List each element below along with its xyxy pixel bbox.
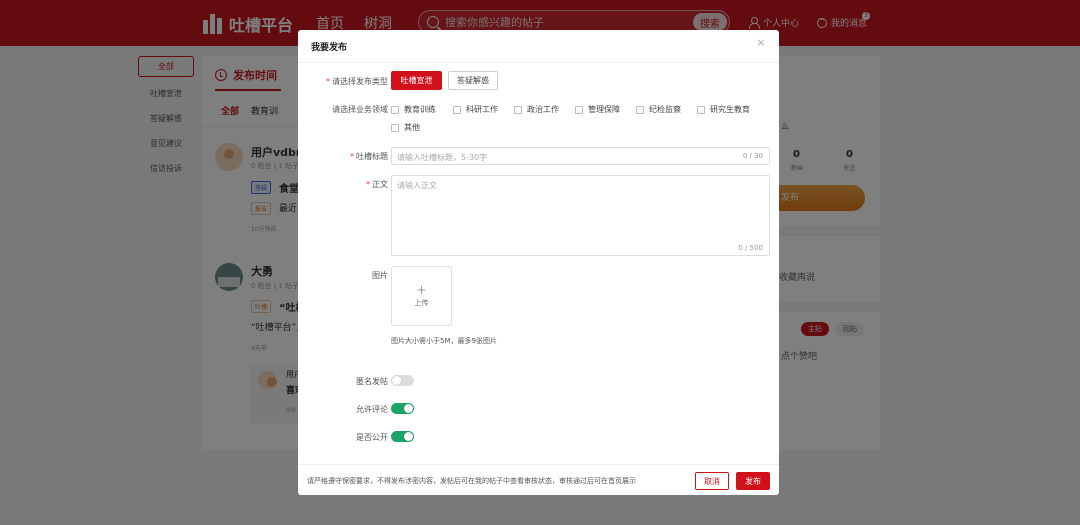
checkbox-icon [697,105,705,114]
upload-label: 上传 [414,299,429,307]
body-textarea[interactable] [397,180,757,240]
domain-checkbox-research[interactable]: 科研工作 [453,104,498,115]
domain-checkbox-education[interactable]: 教育训练 [391,104,436,115]
domain-checkbox-other[interactable]: 其他 [391,122,420,133]
checkbox-icon [636,105,644,114]
domain-checkbox-political[interactable]: 政治工作 [514,104,559,115]
domain-checkbox-discipline[interactable]: 纪检监察 [636,104,681,115]
image-upload-button[interactable]: + 上传 [391,266,452,326]
dialog-title: 我要发布 [311,43,348,53]
type-qa-button[interactable]: 答疑解惑 [448,71,498,90]
anonymous-label: 匿名发帖 [356,377,388,386]
domain-label: 请选择业务领域 [332,105,388,114]
cancel-button[interactable]: 取消 [695,472,729,490]
domain-checkbox-management[interactable]: 管理保障 [575,104,620,115]
checkbox-icon [575,105,583,114]
body-counter: 0 / 500 [738,244,763,252]
allow-comment-label: 允许评论 [356,405,388,414]
anonymous-toggle[interactable] [391,375,414,386]
checkbox-icon [514,105,522,114]
domain-checkbox-graduate[interactable]: 研究生教育 [697,104,750,115]
image-label: 图片 [372,271,388,280]
divider [298,464,779,465]
title-field: 0 / 30 [391,147,770,165]
toggle-knob [404,404,413,413]
body-label: * 正文 [366,180,388,189]
close-icon[interactable]: × [756,37,766,48]
public-toggle[interactable] [391,431,414,442]
body-field: 0 / 500 [391,175,770,256]
title-input[interactable] [397,151,717,163]
submit-publish-button[interactable]: 发布 [736,472,770,490]
toggle-knob [392,376,401,385]
title-label: * 吐槽标题 [350,152,388,161]
checkbox-icon [391,105,399,114]
title-counter: 0 / 30 [742,152,763,160]
checkbox-icon [391,123,399,132]
type-vent-button[interactable]: 吐槽宣泄 [391,71,442,90]
divider [298,62,779,63]
toggle-knob [404,432,413,441]
publish-dialog: 我要发布 × * 请选择发布类型 吐槽宣泄 答疑解惑 请选择业务领域 教育训练 科… [298,30,779,495]
public-label: 是否公开 [356,433,388,442]
confidentiality-note: 请严格遵守保密要求，不得发布涉密内容，发帖后可在我的帖子中查看审核状态，审核通过… [307,477,636,485]
checkbox-icon [453,105,461,114]
plus-icon: + [416,283,427,297]
image-hint: 图片大小需小于5M，最多9张图片 [391,337,497,345]
allow-comment-toggle[interactable] [391,403,414,414]
type-label: * 请选择发布类型 [326,77,388,86]
